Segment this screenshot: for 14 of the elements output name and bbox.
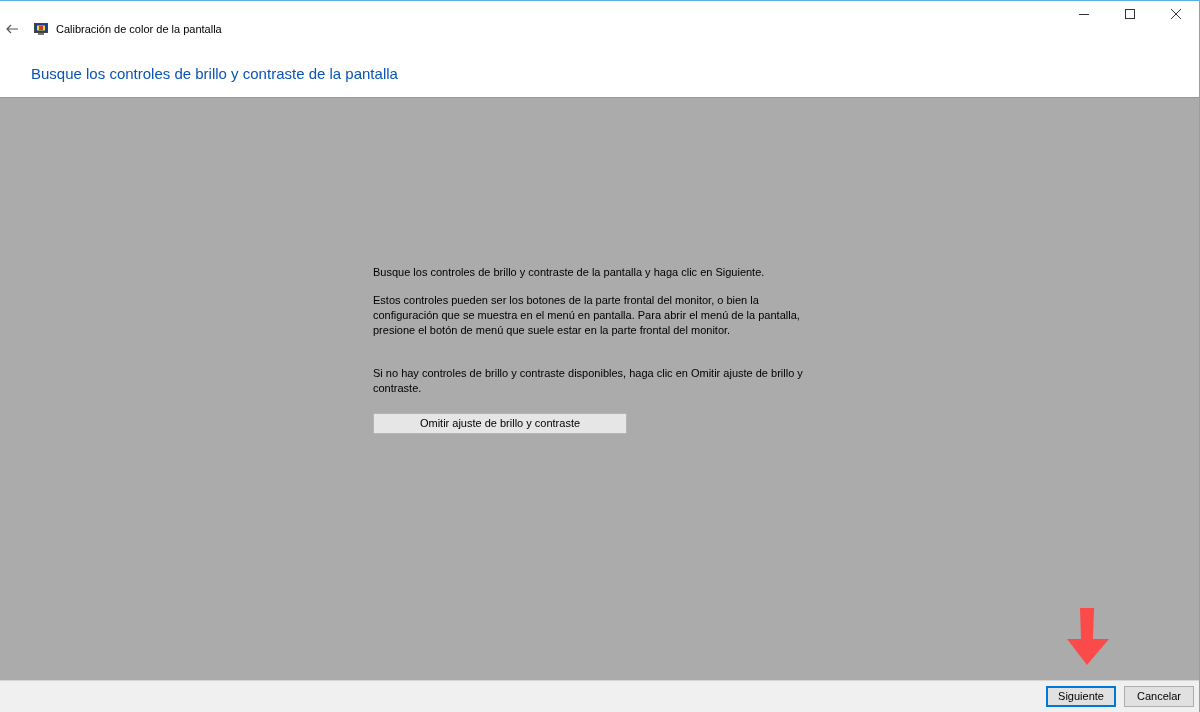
skip-adjustment-button[interactable]: Omitir ajuste de brillo y contraste: [373, 413, 627, 434]
down-arrow-drawing: [1066, 608, 1110, 666]
cancel-button[interactable]: Cancelar: [1124, 686, 1194, 707]
page-heading: Busque los controles de brillo y contraste de la pantalla: [31, 65, 398, 82]
back-arrow-icon[interactable]: [6, 24, 18, 35]
next-button[interactable]: Siguiente: [1046, 686, 1116, 707]
window-title: Calibración de color de la pantalla: [56, 22, 222, 37]
instruction-text: Busque los controles de brillo y contraste de la pantalla y haga clic en Siguiente.: [373, 265, 766, 280]
instruction-text: Estos controles pueden ser los botones de la parte frontal del monitor, o bien la configuración que se muestra en el menú en pantalla. Para abrir el menú de la pantalla, presione el botón de menú que suele estar en la parte frontal del monitor.: [373, 293, 801, 338]
monitor-icon: [34, 22, 48, 36]
minimize-icon: [1079, 13, 1089, 15]
close-icon: [1171, 9, 1181, 19]
instruction-text: Si no hay controles de brillo y contraste disponibles, haga clic en Omitir ajuste de brillo y contraste.: [373, 366, 804, 396]
maximize-icon: [1125, 9, 1135, 19]
